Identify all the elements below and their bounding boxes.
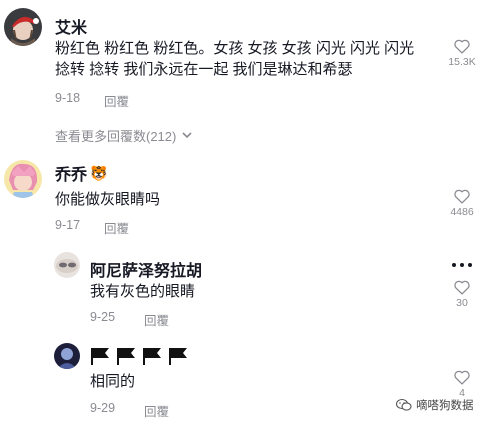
reply-author[interactable]: 阿尼萨泽努拉胡 (90, 257, 202, 281)
comment-date: 9-17 (55, 218, 81, 232)
like-count: 30 (456, 297, 468, 309)
comment-author-row: 乔乔 🐯 (55, 161, 107, 185)
flag-icon (91, 348, 109, 365)
heart-icon (454, 370, 470, 385)
like-button[interactable]: 30 (445, 279, 479, 309)
reply-text: 相同的 (90, 373, 136, 390)
like-count: 4486 (450, 206, 474, 218)
more-dot (452, 263, 456, 267)
reply-text: 我有灰色的眼睛 (90, 283, 196, 300)
avatar-amy[interactable] (4, 8, 42, 46)
watermark-text: 嘀嗒狗数据 (416, 400, 474, 412)
reply-button[interactable]: 回覆 (104, 91, 129, 110)
reply-button[interactable]: 回覆 (104, 218, 129, 237)
avatar-image (54, 252, 80, 278)
comment-date: 9-18 (55, 91, 81, 105)
reply-button[interactable]: 回覆 (144, 310, 169, 329)
wechat-icon (396, 398, 412, 411)
more-options-button[interactable] (452, 263, 472, 267)
comment-text: 粉红色 粉红色 粉红色。女孩 女孩 女孩 闪光 闪光 闪光 捻转 捻转 我们永远… (55, 40, 415, 78)
heart-icon (454, 280, 470, 295)
flag-icon (117, 348, 135, 365)
avatar-jojo[interactable] (4, 160, 42, 198)
avatar-image (54, 343, 80, 369)
like-button[interactable]: 15.3K (445, 38, 479, 68)
avatar-reply-author[interactable] (54, 252, 80, 278)
tiger-emoji: 🐯 (90, 164, 108, 181)
view-more-replies[interactable]: 查看更多回覆数(212) (55, 126, 192, 145)
more-dot (468, 263, 472, 267)
heart-icon (454, 189, 470, 204)
watermark: 嘀嗒狗数据 (396, 397, 474, 413)
comment-author[interactable]: 艾米 (55, 14, 87, 38)
flag-icon (143, 348, 161, 365)
like-button[interactable]: 4486 (445, 188, 479, 218)
view-more-replies-label: 查看更多回覆数(212) (55, 129, 177, 144)
avatar-image (4, 160, 42, 198)
comment-text: 你能做灰眼睛吗 (55, 191, 161, 208)
heart-icon (454, 39, 470, 54)
like-button[interactable]: 4 (445, 369, 479, 399)
avatar-reply-author[interactable] (54, 343, 80, 369)
reply-button[interactable]: 回覆 (144, 401, 169, 420)
chevron-down-icon (182, 132, 192, 139)
more-dot (460, 263, 464, 267)
comment-author[interactable]: 乔乔 (55, 161, 87, 185)
reply-author-flags[interactable] (90, 347, 188, 365)
flag-icon (169, 348, 187, 365)
avatar-image (4, 8, 42, 46)
reply-date: 9-25 (90, 310, 116, 324)
reply-date: 9-29 (90, 401, 116, 415)
like-count: 15.3K (448, 56, 476, 68)
